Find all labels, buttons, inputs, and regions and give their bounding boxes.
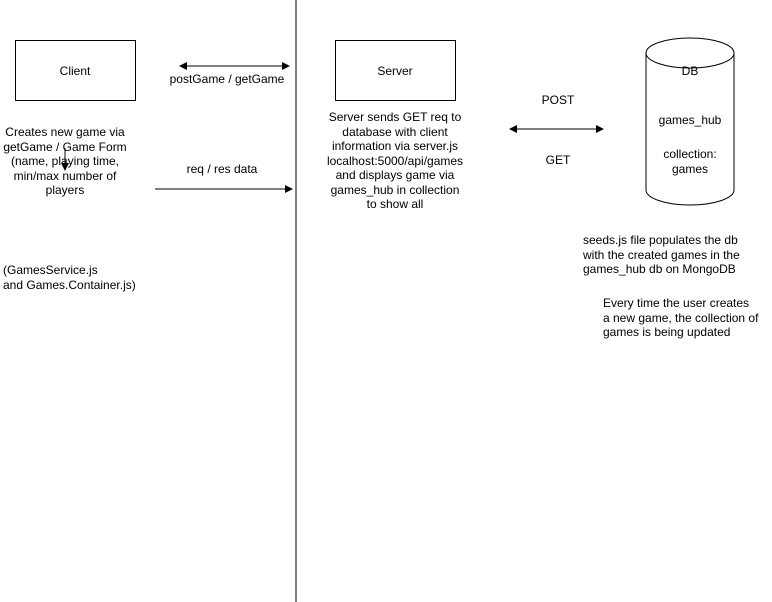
post-label: POST <box>541 93 575 107</box>
req-res-label: req / res data <box>186 162 258 176</box>
client-files-note: (GamesService.js and Games.Container.js) <box>3 263 136 292</box>
seeds-note: seeds.js file populates the db with the … <box>583 233 740 276</box>
client-label: Client <box>59 64 91 78</box>
db-collection: collection: games <box>663 147 717 176</box>
db-name: games_hub <box>658 113 722 127</box>
updates-note: Every time the user creates a new game, … <box>603 296 759 339</box>
db-label: DB <box>681 64 699 78</box>
client-server-label: postGame / getGame <box>169 72 285 86</box>
get-label: GET <box>545 153 571 167</box>
server-description: Server sends GET req to database with cl… <box>326 110 464 211</box>
server-label: Server <box>377 64 413 78</box>
client-description: Creates new game via getGame / Game Form… <box>3 125 127 197</box>
